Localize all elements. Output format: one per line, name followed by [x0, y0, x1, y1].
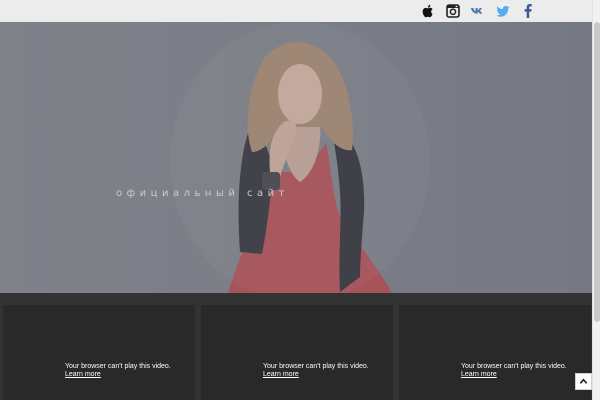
social-links [420, 3, 536, 19]
instagram-icon [446, 4, 460, 18]
page-scrollbar[interactable] [592, 0, 600, 400]
learn-more-link[interactable]: Learn more [461, 371, 591, 379]
video-error-message: Your browser can't play this video. Lear… [3, 363, 195, 379]
vk-icon [471, 8, 482, 14]
learn-more-link[interactable]: Learn more [263, 371, 393, 379]
hero-banner: официальный сайт [0, 22, 592, 293]
video-error-text: Your browser can't play this video. [65, 363, 171, 370]
chevron-up-icon [579, 378, 588, 384]
back-to-top-button[interactable] [575, 373, 592, 390]
scrollbar-thumb[interactable] [594, 22, 600, 322]
site-tagline: официальный сайт [116, 188, 289, 199]
apple-icon [422, 4, 433, 18]
twitter-icon [496, 5, 510, 17]
video-error-text: Your browser can't play this video. [461, 363, 567, 370]
facebook-icon [524, 4, 532, 18]
video-error-message: Your browser can't play this video. Lear… [399, 363, 591, 379]
facebook-link[interactable] [520, 3, 536, 19]
video-player[interactable]: Your browser can't play this video. Lear… [3, 305, 195, 400]
hero-photo [0, 22, 592, 293]
instagram-link[interactable] [445, 3, 461, 19]
video-player[interactable]: Your browser can't play this video. Lear… [399, 305, 591, 400]
video-row: Your browser can't play this video. Lear… [0, 293, 592, 400]
twitter-link[interactable] [495, 3, 511, 19]
video-error-message: Your browser can't play this video. Lear… [201, 363, 393, 379]
apple-link[interactable] [420, 3, 436, 19]
learn-more-link[interactable]: Learn more [65, 371, 195, 379]
top-bar [0, 0, 592, 22]
vk-link[interactable] [470, 3, 486, 19]
video-error-text: Your browser can't play this video. [263, 363, 369, 370]
video-player[interactable]: Your browser can't play this video. Lear… [201, 305, 393, 400]
